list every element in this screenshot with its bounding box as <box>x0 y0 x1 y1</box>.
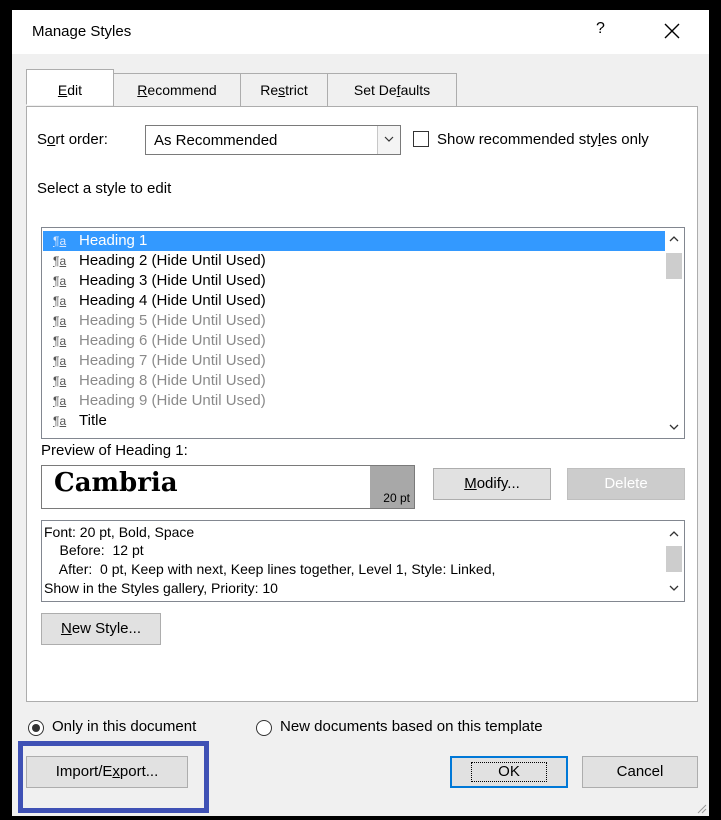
new-style-button[interactable]: New Style... <box>41 613 161 645</box>
style-list-item[interactable]: ¶a Heading 7 (Hide Until Used) <box>43 351 665 371</box>
style-listbox[interactable]: ¶a Heading 1 ¶a Heading 2 (Hide Until Used… <box>41 227 685 439</box>
show-recommended-checkbox[interactable] <box>413 131 429 147</box>
show-recommended-label-pre: Show recommended sty <box>437 131 598 148</box>
style-list-item-label: Heading 4 (Hide Until Used) <box>79 292 266 309</box>
chevron-down-icon <box>384 136 394 142</box>
style-list-item-label: Heading 9 (Hide Until Used) <box>79 392 266 409</box>
resize-grip-icon[interactable] <box>695 802 707 814</box>
tab-recommend-label-key: R <box>137 82 148 98</box>
ok-button-label: OK <box>471 762 547 782</box>
delete-button[interactable]: Delete <box>567 468 685 500</box>
edit-tab-panel: Sort order: As Recommended Show recommen… <box>26 106 698 702</box>
paragraph-style-icon: ¶a <box>53 334 67 348</box>
preview-font-size: 20 pt <box>383 491 410 505</box>
sort-order-label: Sort order: <box>37 131 108 148</box>
scrollbar-thumb[interactable] <box>666 546 682 572</box>
tab-set-defaults[interactable]: Set Defaults <box>327 73 457 107</box>
tab-edit-label-key: E <box>57 82 68 98</box>
new-style-button-label-key: N <box>60 620 72 637</box>
style-list-item[interactable]: ¶a Heading 3 (Hide Until Used) <box>43 271 665 291</box>
style-list-item[interactable]: ¶a Heading 1 <box>43 231 665 251</box>
style-list-item[interactable]: ¶a Heading 6 (Hide Until Used) <box>43 331 665 351</box>
help-button[interactable]: ? <box>596 20 605 38</box>
sort-order-select[interactable]: As Recommended <box>145 125 401 155</box>
scroll-down-icon[interactable] <box>669 424 679 431</box>
modify-button-label-key: M <box>464 475 477 492</box>
preview-label: Preview of Heading 1: <box>41 442 188 459</box>
style-list-item[interactable]: ¶a Heading 2 (Hide Until Used) <box>43 251 665 271</box>
description-scrollbar[interactable] <box>665 522 683 600</box>
description-line: Before: 12 pt <box>44 542 144 558</box>
sort-order-label-pre: S <box>37 131 48 148</box>
scroll-up-icon[interactable] <box>669 530 679 537</box>
paragraph-style-icon: ¶a <box>53 394 67 408</box>
tab-edit-label-post: dit <box>67 82 83 98</box>
style-list-scrollbar[interactable] <box>665 229 683 437</box>
cancel-button[interactable]: Cancel <box>582 756 698 788</box>
tab-set-defaults-label-post: aults <box>400 82 431 98</box>
style-description-box[interactable]: Font: 20 pt, Bold, Space Before: 12 pt A… <box>41 520 685 602</box>
modify-button-label-post: odify... <box>476 475 520 492</box>
sort-order-value: As Recommended <box>154 132 278 149</box>
style-list-item-label: Heading 7 (Hide Until Used) <box>79 352 266 369</box>
style-preview-box: Cambria 20 pt <box>41 465 415 509</box>
show-recommended-label-post: es only <box>601 131 649 148</box>
tab-recommend-label-post: ecommend <box>147 82 217 98</box>
style-list-item-label: Heading 3 (Hide Until Used) <box>79 272 266 289</box>
show-recommended-label[interactable]: Show recommended styles only <box>437 131 649 148</box>
description-line: Show in the Styles gallery, Priority: 10 <box>44 580 278 596</box>
paragraph-style-icon: ¶a <box>53 294 67 308</box>
new-documents-radio[interactable] <box>256 720 272 736</box>
scrollbar-thumb[interactable] <box>666 253 682 279</box>
title-bar: Manage Styles ? <box>12 10 709 54</box>
sort-order-label-post: rt order: <box>55 131 108 148</box>
scroll-up-icon[interactable] <box>669 235 679 242</box>
ok-button[interactable]: OK <box>450 756 568 788</box>
radio-selected-dot <box>32 724 40 732</box>
style-list-item[interactable]: ¶a Title <box>43 411 665 431</box>
paragraph-style-icon: ¶a <box>53 314 67 328</box>
close-button[interactable] <box>652 14 692 48</box>
style-list-item-label: Title <box>79 412 107 429</box>
paragraph-style-icon: ¶a <box>53 374 67 388</box>
tab-recommend[interactable]: Recommend <box>113 73 241 107</box>
tab-restrict-label-pre: Re <box>260 82 279 98</box>
paragraph-style-icon: ¶a <box>53 354 67 368</box>
sort-order-dropdown-button[interactable] <box>377 126 400 154</box>
style-list-item-label: Heading 2 (Hide Until Used) <box>79 252 266 269</box>
style-list-item[interactable]: ¶a Heading 4 (Hide Until Used) <box>43 291 665 311</box>
style-list-item-label: Heading 1 <box>79 232 148 249</box>
modify-button[interactable]: Modify... <box>433 468 551 500</box>
tab-edit[interactable]: Edit <box>26 69 114 105</box>
paragraph-style-icon: ¶a <box>53 414 67 428</box>
style-list-item[interactable]: ¶a Heading 9 (Hide Until Used) <box>43 391 665 411</box>
dialog-title: Manage Styles <box>32 23 132 40</box>
paragraph-style-icon: ¶a <box>53 254 67 268</box>
style-list-item-label: Heading 6 (Hide Until Used) <box>79 332 266 349</box>
manage-styles-dialog: Manage Styles ? Edit Recommend Restrict … <box>12 10 709 816</box>
style-list-item[interactable]: ¶a Heading 5 (Hide Until Used) <box>43 311 665 331</box>
paragraph-style-icon: ¶a <box>53 234 67 248</box>
new-style-button-label-post: ew Style... <box>71 620 142 637</box>
paragraph-style-icon: ¶a <box>53 274 67 288</box>
style-list-item[interactable]: ¶a Heading 8 (Hide Until Used) <box>43 371 665 391</box>
select-style-label: Select a style to edit <box>37 180 172 197</box>
tab-restrict[interactable]: Restrict <box>240 73 328 107</box>
only-in-this-document-label[interactable]: Only in this document <box>52 718 196 735</box>
new-documents-label[interactable]: New documents based on this template <box>280 718 543 735</box>
style-list-item-label: Heading 5 (Hide Until Used) <box>79 312 266 329</box>
scroll-down-icon[interactable] <box>669 585 679 592</box>
preview-font-name: Cambria <box>54 468 178 498</box>
import-export-highlight-box <box>18 741 209 813</box>
tab-set-defaults-label-pre: Set De <box>353 82 397 98</box>
description-line: After: 0 pt, Keep with next, Keep lines … <box>44 561 496 577</box>
only-in-this-document-radio[interactable] <box>28 720 44 736</box>
style-list-item-label: Heading 8 (Hide Until Used) <box>79 372 266 389</box>
description-line: Font: 20 pt, Bold, Space <box>44 524 195 540</box>
tab-restrict-label-post: trict <box>285 82 308 98</box>
close-icon <box>664 23 680 39</box>
